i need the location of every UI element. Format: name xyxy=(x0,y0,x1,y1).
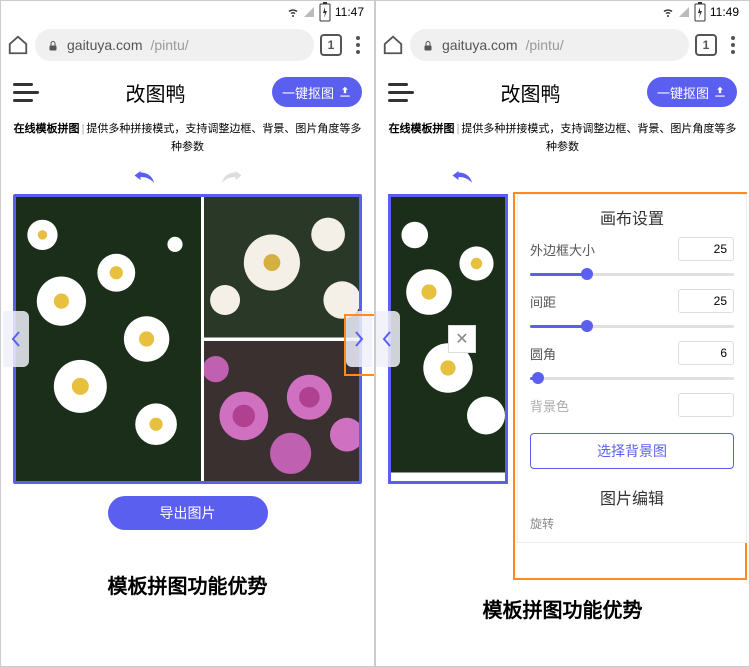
cutout-button[interactable]: 一键抠图 xyxy=(647,77,737,107)
undo-icon[interactable] xyxy=(132,168,158,186)
canvas-settings-panel: 画布设置 外边框大小 间距 圆角 xyxy=(517,194,747,543)
upload-icon xyxy=(713,85,727,99)
collage-cell-3[interactable] xyxy=(204,341,359,482)
screen-2: 11:49 gaituya.com/pintu/ 1 改图鸭 一键抠图 在线模板… xyxy=(375,0,750,667)
upload-icon xyxy=(338,85,352,99)
slider-fill xyxy=(530,273,587,276)
status-bar: 11:47 xyxy=(1,1,374,23)
status-bar: 11:49 xyxy=(376,1,749,23)
url-host: gaituya.com xyxy=(67,37,142,53)
menu-icon[interactable] xyxy=(723,36,743,54)
section-heading: 模板拼图功能优势 xyxy=(376,594,749,623)
tab-count[interactable]: 1 xyxy=(695,34,717,56)
url-path: /pintu/ xyxy=(150,37,188,53)
status-time: 11:49 xyxy=(710,5,739,19)
border-label: 外边框大小 xyxy=(530,240,595,259)
url-bar[interactable]: gaituya.com/pintu/ xyxy=(410,29,689,61)
screen-1: 11:47 gaituya.com/pintu/ 1 改图鸭 一键抠图 在线模板… xyxy=(0,0,375,667)
bg-label: 背景色 xyxy=(530,396,569,415)
signal-icon xyxy=(678,6,690,18)
subtitle: 在线模板拼图|提供多种拼接模式，支持调整边框、背景、图片角度等多种参数 xyxy=(1,117,374,164)
home-icon[interactable] xyxy=(7,34,29,56)
gap-slider[interactable] xyxy=(530,319,734,333)
collage-cell-1[interactable] xyxy=(16,197,201,481)
rotate-label: 旋转 xyxy=(530,515,734,532)
cutout-label: 一键抠图 xyxy=(282,83,334,102)
page-title: 改图鸭 xyxy=(125,78,185,107)
radius-label: 圆角 xyxy=(530,344,556,363)
hamburger-icon[interactable] xyxy=(13,83,39,102)
slider-fill xyxy=(530,325,587,328)
bg-color-picker[interactable] xyxy=(678,393,734,417)
bg-image-button[interactable]: 选择背景图 xyxy=(530,433,734,469)
canvas-area xyxy=(1,194,374,484)
status-time: 11:47 xyxy=(335,5,364,19)
radius-input[interactable] xyxy=(678,341,734,365)
wifi-icon xyxy=(287,6,299,18)
collage-cell-2[interactable] xyxy=(204,197,359,338)
border-slider[interactable] xyxy=(530,267,734,281)
prev-button[interactable] xyxy=(3,311,29,367)
browser-bar: gaituya.com/pintu/ 1 xyxy=(1,23,374,67)
tab-count[interactable]: 1 xyxy=(320,34,342,56)
cutout-label: 一键抠图 xyxy=(657,83,709,102)
menu-icon[interactable] xyxy=(348,36,368,54)
subtitle-text: 提供多种拼接模式，支持调整边框、背景、图片角度等多种参数 xyxy=(86,123,361,153)
subtitle-bold: 在线模板拼图 xyxy=(14,123,80,135)
subtitle-text: 提供多种拼接模式，支持调整边框、背景、图片角度等多种参数 xyxy=(461,123,736,153)
export-button[interactable]: 导出图片 xyxy=(108,496,268,530)
subtitle: 在线模板拼图|提供多种拼接模式，支持调整边框、背景、图片角度等多种参数 xyxy=(376,117,749,164)
subtitle-bold: 在线模板拼图 xyxy=(389,123,455,135)
slider-thumb[interactable] xyxy=(532,372,544,384)
page-title: 改图鸭 xyxy=(500,78,560,107)
wifi-icon xyxy=(662,6,674,18)
page-header: 改图鸭 一键抠图 xyxy=(1,67,374,117)
undo-icon[interactable] xyxy=(450,168,476,186)
border-input[interactable] xyxy=(678,237,734,261)
browser-bar: gaituya.com/pintu/ 1 xyxy=(376,23,749,67)
panel-title: 画布设置 xyxy=(530,205,734,229)
collage-frame[interactable] xyxy=(13,194,362,484)
url-host: gaituya.com xyxy=(442,37,517,53)
battery-icon xyxy=(694,6,706,18)
redo-icon[interactable] xyxy=(218,168,244,186)
page-header: 改图鸭 一键抠图 xyxy=(376,67,749,117)
slider-thumb[interactable] xyxy=(581,320,593,332)
gap-input[interactable] xyxy=(678,289,734,313)
prev-button[interactable] xyxy=(375,311,400,367)
next-button[interactable] xyxy=(346,311,372,367)
cutout-button[interactable]: 一键抠图 xyxy=(272,77,362,107)
gap-label: 间距 xyxy=(530,292,556,311)
section-heading: 模板拼图功能优势 xyxy=(1,570,374,599)
slider-thumb[interactable] xyxy=(581,268,593,280)
undo-redo-row xyxy=(376,164,749,194)
signal-icon xyxy=(303,6,315,18)
panel-subtitle: 图片编辑 xyxy=(530,485,734,509)
home-icon[interactable] xyxy=(382,34,404,56)
lock-icon xyxy=(422,39,434,51)
hamburger-icon[interactable] xyxy=(388,83,414,102)
url-bar[interactable]: gaituya.com/pintu/ xyxy=(35,29,314,61)
canvas-area: ✕ 画布设置 外边框大小 间距 圆角 xyxy=(376,194,749,484)
lock-icon xyxy=(47,39,59,51)
radius-slider[interactable] xyxy=(530,371,734,385)
close-button[interactable]: ✕ xyxy=(448,325,476,353)
url-path: /pintu/ xyxy=(525,37,563,53)
undo-redo-row xyxy=(1,164,374,194)
battery-icon xyxy=(319,6,331,18)
